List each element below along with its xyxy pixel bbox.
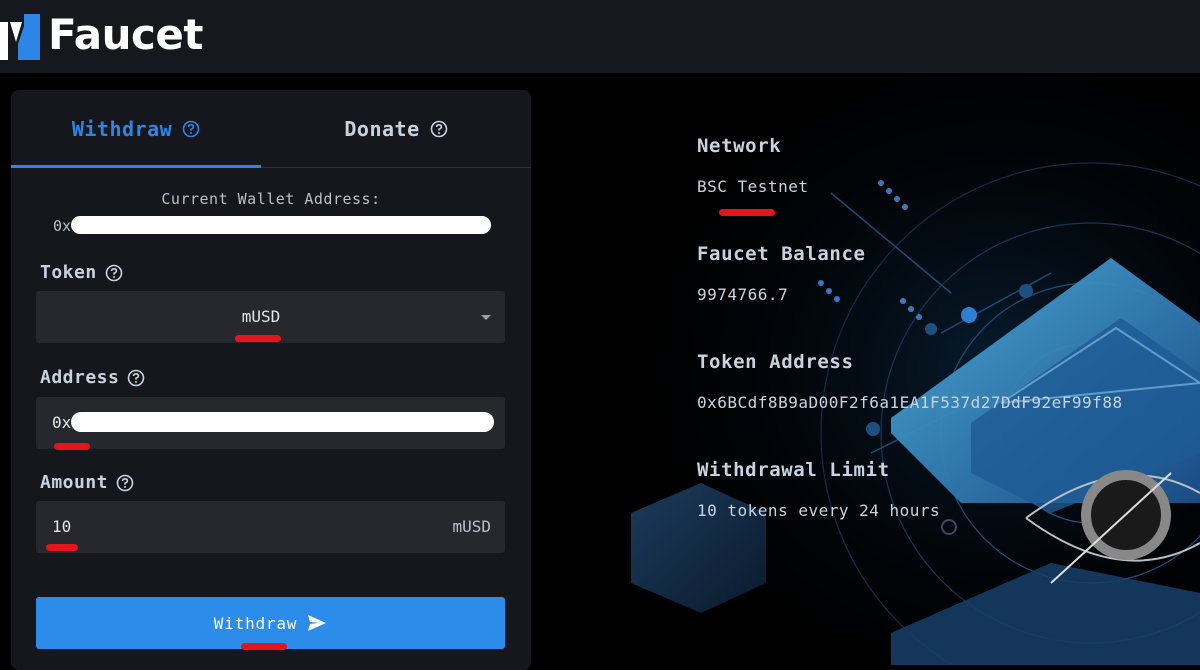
tab-withdraw[interactable]: Withdraw	[11, 90, 261, 168]
help-icon[interactable]	[105, 264, 123, 282]
address-label: Address	[40, 367, 120, 388]
network-value-row: BSC Testnet	[697, 177, 808, 196]
token-label: Token	[40, 262, 97, 283]
token-address-value: 0x6BCdf8B9aD00F2f6a1EA1F537d27DdF92eF99f…	[697, 393, 1123, 412]
withdrawal-limit-title: Withdrawal Limit	[697, 459, 890, 481]
withdraw-button-label: Withdraw	[213, 613, 298, 633]
annotation-mark	[719, 209, 775, 216]
tab-bar: Withdraw Donate	[11, 90, 531, 168]
logo-icon	[0, 14, 40, 60]
paper-plane-icon	[307, 614, 327, 632]
token-address-section: Token Address	[697, 351, 854, 373]
amount-label: Amount	[40, 472, 109, 493]
tab-withdraw-label: Withdraw	[71, 116, 173, 141]
brand-name: Faucet	[48, 10, 203, 59]
amount-label-row: Amount	[40, 472, 134, 493]
annotation-mark	[46, 544, 78, 551]
help-icon[interactable]	[182, 120, 200, 138]
network-value: BSC Testnet	[697, 177, 809, 196]
token-address-value-row: 0x6BCdf8B9aD00F2f6a1EA1F537d27DdF92eF99f…	[697, 393, 1123, 412]
top-header: Faucet	[0, 0, 1200, 73]
background-artwork	[531, 73, 1200, 665]
token-address-title: Token Address	[697, 351, 854, 373]
balance-value-row: 9974766.7	[697, 285, 788, 304]
annotation-mark	[241, 643, 287, 650]
tab-donate[interactable]: Donate	[271, 90, 521, 167]
withdrawal-limit-section: Withdrawal Limit	[697, 459, 890, 481]
withdrawal-limit-value: 10 tokens every 24 hours	[697, 501, 941, 520]
wallet-address-label: Current Wallet Address:	[161, 190, 381, 208]
network-title: Network	[697, 135, 782, 157]
address-input-value: 0x	[52, 413, 72, 432]
help-icon[interactable]	[116, 474, 134, 492]
amount-unit: mUSD	[452, 517, 491, 536]
annotation-mark	[235, 335, 281, 342]
redaction-mark	[71, 216, 491, 234]
annotation-mark	[54, 443, 90, 450]
withdrawal-limit-value-row: 10 tokens every 24 hours	[697, 501, 940, 520]
faucet-card: Withdraw Donate Current Wallet Address: …	[11, 90, 531, 670]
redaction-mark	[71, 412, 494, 432]
balance-section: Faucet Balance	[697, 243, 866, 265]
network-section: Network	[697, 135, 781, 157]
help-icon[interactable]	[430, 120, 448, 138]
withdraw-button[interactable]: Withdraw	[36, 597, 505, 649]
faucet-balance-title: Faucet Balance	[697, 243, 866, 265]
active-tab-indicator	[11, 165, 261, 168]
address-label-row: Address	[40, 367, 145, 388]
faucet-balance-value: 9974766.7	[697, 285, 789, 304]
token-label-row: Token	[40, 262, 123, 283]
help-icon[interactable]	[127, 369, 145, 387]
tab-donate-label: Donate	[344, 116, 420, 141]
amount-input[interactable]: 10 mUSD	[36, 501, 505, 553]
wallet-address-value: 0x	[53, 217, 72, 235]
caret-down-icon	[481, 315, 491, 320]
